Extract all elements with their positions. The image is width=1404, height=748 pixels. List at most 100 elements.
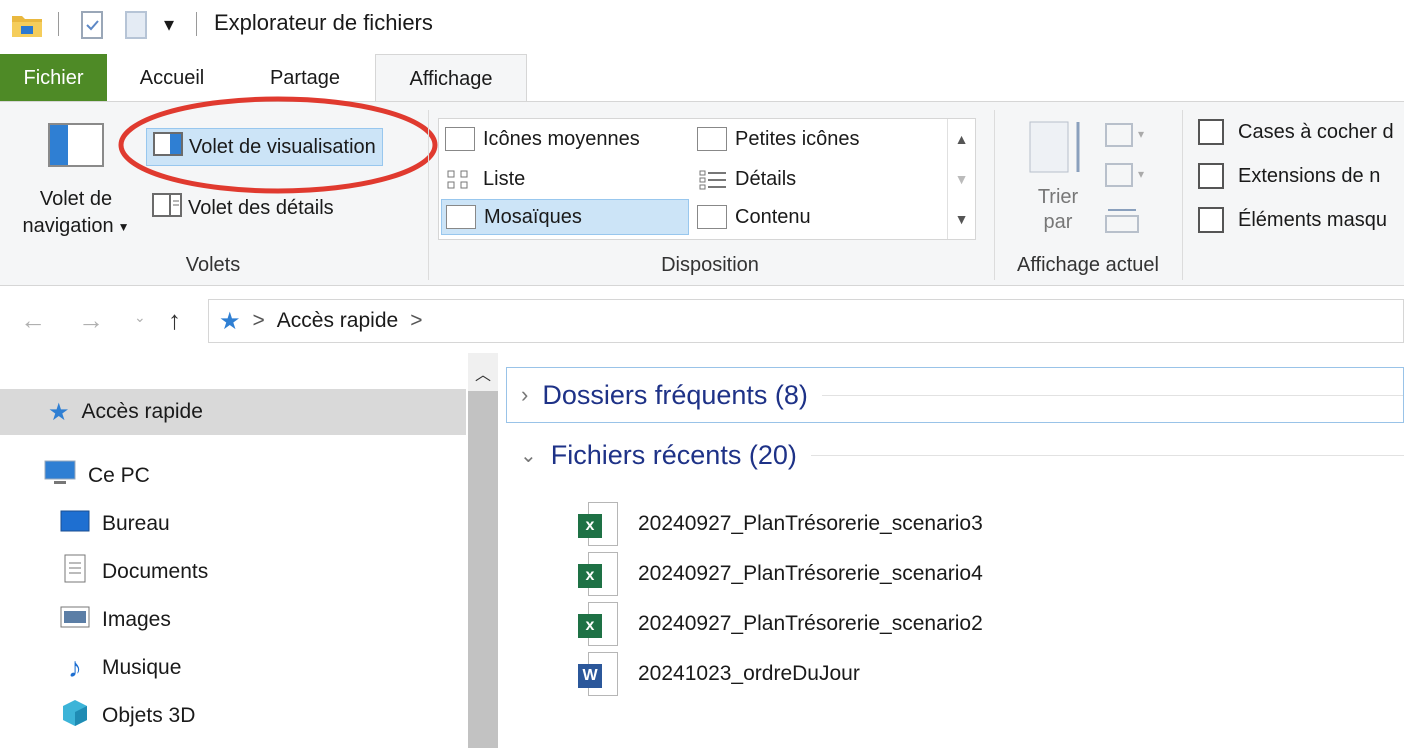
gallery-scroll-up-icon[interactable]: ▲ <box>948 119 975 159</box>
layout-small-icons-label: Petites icônes <box>735 127 860 150</box>
forward-arrow-icon[interactable]: → <box>78 305 104 336</box>
up-arrow-icon[interactable]: ↑ <box>168 305 181 336</box>
nav-item-label: Musique <box>102 656 182 679</box>
navigation-pane: ★ Accès rapide Ce PC Bureau Documents Im… <box>0 353 468 748</box>
group-header-fichiers-recents[interactable]: ⌄ Fichiers récents (20) <box>506 427 1404 483</box>
file-list: › Dossiers fréquents (8) ⌄ Fichiers réce… <box>506 353 1404 748</box>
sort-by-button[interactable]: Trier par <box>1028 118 1088 234</box>
nav-item-musique[interactable]: ♪ Musique <box>60 645 181 691</box>
item-checkboxes-toggle[interactable]: Cases à cocher d <box>1198 119 1394 145</box>
layout-medium-icons[interactable]: Icônes moyennes <box>441 121 689 157</box>
ribbon: Volet de navigation ▼ Volet de visualisat… <box>0 96 1404 286</box>
file-extensions-toggle[interactable]: Extensions de n <box>1198 163 1380 189</box>
tab-fichier[interactable]: Fichier <box>0 54 107 102</box>
group-header-dossiers-frequents[interactable]: › Dossiers fréquents (8) <box>506 367 1404 423</box>
item-checkboxes-label: Cases à cocher d <box>1238 120 1394 143</box>
gallery-scroll-down-icon[interactable]: ▼ <box>948 159 975 199</box>
layout-gallery-scroll: ▲ ▼ ▼ <box>947 119 975 239</box>
nav-item-bureau[interactable]: Bureau <box>60 501 170 547</box>
tiles-icon <box>446 205 476 229</box>
file-name: 20240927_PlanTrésorerie_scenario4 <box>638 562 983 585</box>
nav-item-label: Images <box>102 608 171 631</box>
nav-item-label: Objets 3D <box>102 704 196 727</box>
layout-small-icons[interactable]: Petites icônes <box>693 121 941 157</box>
folder-icon <box>10 10 44 45</box>
computer-icon <box>44 459 76 493</box>
group-divider <box>821 394 1403 396</box>
group-header-label: Dossiers fréquents (8) <box>542 379 808 410</box>
customize-toolbar-chevron-icon[interactable]: ▾ <box>164 12 174 37</box>
documents-icon <box>60 554 90 590</box>
star-icon: ★ <box>219 307 241 335</box>
layout-gallery: Icônes moyennes Petites icônes Liste Dét… <box>438 118 976 240</box>
nav-item-images[interactable]: Images <box>60 597 171 643</box>
group-label-disposition: Disposition <box>661 254 759 276</box>
checkbox[interactable] <box>1198 119 1224 145</box>
scrollbar-thumb[interactable] <box>468 391 498 748</box>
layout-details[interactable]: Détails <box>693 161 941 197</box>
breadcrumb-acces-rapide[interactable]: Accès rapide <box>277 309 398 333</box>
gallery-more-icon[interactable]: ▼ <box>948 199 975 239</box>
sort-label-line2: par <box>1043 211 1073 233</box>
small-icons-icon <box>697 127 727 151</box>
chevron-down-icon: ▼ <box>117 219 130 234</box>
list-icon <box>445 167 475 191</box>
music-icon: ♪ <box>68 652 82 683</box>
navigation-pane-label-line2: navigation <box>22 215 114 237</box>
hidden-items-label: Éléments masqu <box>1238 208 1387 231</box>
objects-3d-icon <box>60 698 90 734</box>
nav-item-documents[interactable]: Documents <box>60 549 208 595</box>
chevron-down-icon: ⌄ <box>520 444 537 467</box>
size-columns-icon[interactable] <box>1104 202 1140 241</box>
nav-item-acces-rapide[interactable]: ★ Accès rapide <box>0 389 466 435</box>
scroll-up-icon[interactable]: ︿ <box>475 361 491 385</box>
details-pane-icon <box>152 193 182 223</box>
recent-locations-chevron-icon[interactable]: ⌄ <box>134 309 146 326</box>
group-header-label: Fichiers récents (20) <box>550 439 797 470</box>
file-item[interactable]: W 20241023_ordreDuJour <box>578 651 860 697</box>
word-file-icon: W <box>578 652 618 696</box>
file-name: 20240927_PlanTrésorerie_scenario2 <box>638 612 983 635</box>
group-by-icon[interactable]: ▾ <box>1104 120 1152 155</box>
navigation-pane-scrollbar[interactable]: ︿ <box>468 353 498 748</box>
layout-medium-icons-label: Icônes moyennes <box>483 127 640 150</box>
new-folder-icon[interactable] <box>122 10 152 47</box>
nav-item-objets-3d[interactable]: Objets 3D <box>60 693 195 739</box>
hidden-items-toggle[interactable]: Éléments masqu <box>1198 207 1387 233</box>
add-columns-icon[interactable]: ▾ <box>1104 160 1152 195</box>
file-item[interactable]: x 20240927_PlanTrésorerie_scenario2 <box>578 601 983 647</box>
desktop-icon <box>60 509 90 539</box>
star-icon: ★ <box>48 398 70 426</box>
address-bar[interactable]: ★ > Accès rapide > <box>208 299 1404 343</box>
chevron-right-icon: › <box>521 382 529 407</box>
details-view-icon <box>697 167 727 191</box>
checkbox[interactable] <box>1198 207 1224 233</box>
checkbox[interactable] <box>1198 163 1224 189</box>
layout-list-label: Liste <box>483 167 526 190</box>
sort-label-line1: Trier <box>1037 186 1079 208</box>
file-item[interactable]: x 20240927_PlanTrésorerie_scenario3 <box>578 501 983 547</box>
breadcrumb-separator[interactable]: > <box>410 309 422 333</box>
group-label-volets: Volets <box>185 254 241 276</box>
file-item[interactable]: x 20240927_PlanTrésorerie_scenario4 <box>578 551 983 597</box>
nav-item-ce-pc[interactable]: Ce PC <box>44 453 150 499</box>
layout-list[interactable]: Liste <box>441 161 689 197</box>
svg-text:▾: ▾ <box>1138 167 1144 181</box>
nav-item-label: Ce PC <box>88 464 150 487</box>
properties-icon[interactable] <box>78 10 108 47</box>
sort-icon <box>1028 118 1088 184</box>
annotation-oval <box>118 96 438 194</box>
navigation-bar: ← → ⌄ ↑ ★ > Accès rapide > <box>0 287 1404 353</box>
nav-item-label: Accès rapide <box>81 400 203 423</box>
breadcrumb-separator[interactable]: > <box>253 309 265 333</box>
details-pane-label: Volet des détails <box>188 196 334 219</box>
nav-item-label: Bureau <box>102 512 170 535</box>
layout-content[interactable]: Contenu <box>693 199 941 235</box>
file-name: 20241023_ordreDuJour <box>638 662 860 685</box>
layout-tiles-label: Mosaïques <box>484 205 582 228</box>
layout-tiles[interactable]: Mosaïques <box>441 199 689 235</box>
layout-content-label: Contenu <box>735 205 811 228</box>
navigation-pane-icon <box>47 122 105 174</box>
back-arrow-icon[interactable]: ← <box>20 305 46 336</box>
excel-file-icon: x <box>578 502 618 546</box>
